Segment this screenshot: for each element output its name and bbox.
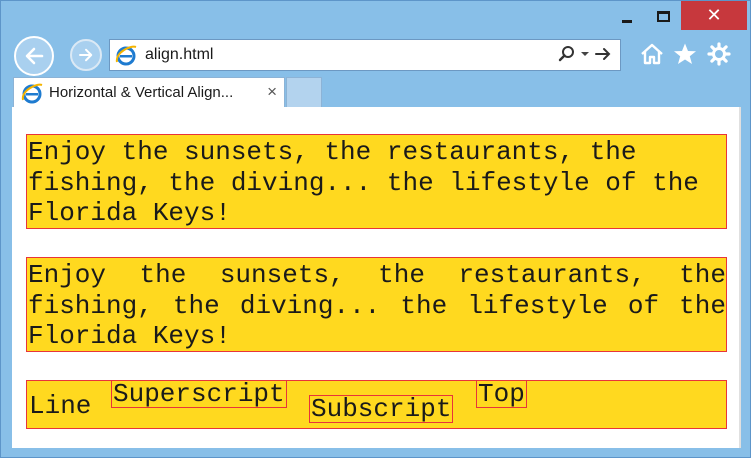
settings-gear-icon bbox=[707, 42, 731, 66]
vertical-align-demo: Line Superscript Subscript Top bbox=[26, 380, 727, 429]
ie-logo-icon bbox=[21, 83, 43, 103]
settings-button[interactable] bbox=[706, 41, 732, 67]
left-aligned-paragraph: Enjoy the sunsets, the restaurants, the … bbox=[26, 134, 727, 229]
address-tools bbox=[558, 45, 612, 63]
ie-logo-icon bbox=[115, 45, 137, 66]
tab-close-icon[interactable]: × bbox=[267, 82, 277, 102]
baseline-text: Line bbox=[29, 391, 92, 421]
maximize-button[interactable] bbox=[645, 1, 681, 31]
go-arrow-icon[interactable] bbox=[594, 45, 612, 63]
forward-button[interactable] bbox=[70, 39, 102, 71]
close-icon: ✕ bbox=[706, 5, 722, 25]
scrollbar-edge bbox=[739, 107, 741, 448]
address-bar[interactable]: align.html bbox=[109, 39, 621, 71]
subscript-text: Subscript bbox=[309, 394, 454, 424]
top-aligned-text: Top bbox=[476, 379, 527, 409]
forward-arrow-icon bbox=[79, 48, 93, 62]
page-content: Enjoy the sunsets, the restaurants, the … bbox=[12, 107, 741, 448]
maximize-icon bbox=[656, 10, 670, 22]
justified-paragraph: Enjoy the sunsets, the restaurants, the … bbox=[26, 257, 727, 352]
tab-title: Horizontal & Vertical Align... bbox=[49, 84, 234, 101]
home-button[interactable] bbox=[639, 41, 665, 67]
favorites-button[interactable] bbox=[672, 41, 698, 67]
dropdown-icon[interactable] bbox=[580, 49, 590, 59]
back-button[interactable] bbox=[14, 36, 54, 76]
new-tab-button[interactable] bbox=[286, 77, 322, 107]
home-icon bbox=[641, 43, 663, 65]
back-arrow-icon bbox=[25, 47, 44, 65]
url-text: align.html bbox=[145, 46, 214, 63]
minimize-icon bbox=[622, 19, 632, 23]
tab-active[interactable]: Horizontal & Vertical Align... × bbox=[13, 77, 285, 107]
search-icon[interactable] bbox=[558, 45, 576, 63]
close-button[interactable]: ✕ bbox=[681, 1, 747, 30]
minimize-button[interactable] bbox=[609, 1, 645, 31]
favorites-star-icon bbox=[674, 43, 696, 64]
browser-window: ✕ align.html Horizontal & Vertical Align… bbox=[0, 0, 751, 458]
superscript-text: Superscript bbox=[111, 379, 287, 409]
